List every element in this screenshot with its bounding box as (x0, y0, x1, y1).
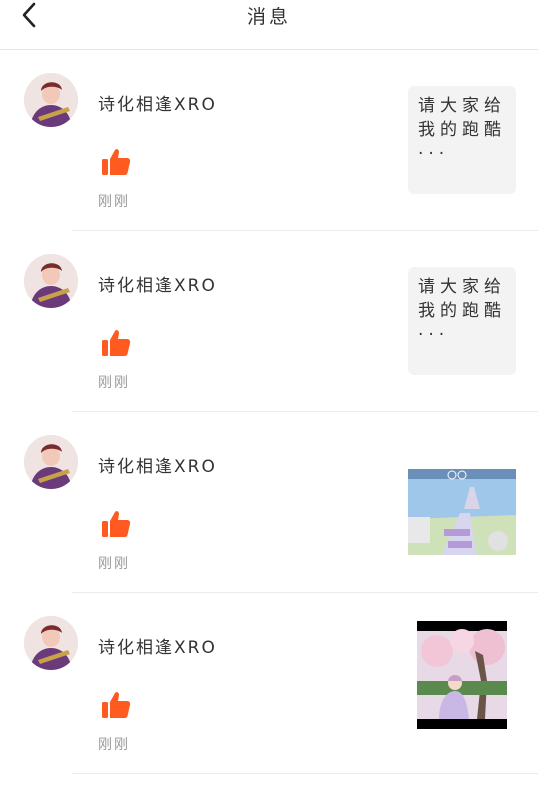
top-bar: 消息 (0, 0, 538, 50)
avatar[interactable] (24, 254, 78, 308)
username[interactable]: 诗化相逢XRO (98, 633, 217, 658)
timestamp: 刚刚 (98, 194, 130, 210)
thumbs-up-icon (102, 511, 131, 537)
username[interactable]: 诗化相逢XRO (98, 271, 217, 296)
username[interactable]: 诗化相逢XRO (98, 452, 217, 477)
message-item[interactable]: 诗化相逢XRO 刚刚 请大家给我的跑酷··· (0, 50, 538, 231)
post-thumbnail[interactable] (408, 469, 516, 564)
avatar[interactable] (24, 435, 78, 489)
message-item[interactable]: 诗化相逢XRO 刚刚 (0, 412, 538, 593)
thumbs-up-icon (102, 330, 131, 356)
avatar[interactable] (24, 616, 78, 670)
thumbs-up-icon (102, 149, 131, 175)
thumbs-up-icon (102, 692, 131, 718)
post-thumbnail[interactable] (417, 621, 507, 729)
username[interactable]: 诗化相逢XRO (98, 90, 217, 115)
avatar[interactable] (24, 73, 78, 127)
message-item[interactable]: 诗化相逢XRO 刚刚 (0, 593, 538, 774)
post-preview[interactable]: 请大家给我的跑酷··· (408, 86, 516, 194)
timestamp: 刚刚 (98, 737, 130, 753)
timestamp: 刚刚 (98, 375, 130, 391)
message-list: 诗化相逢XRO 刚刚 请大家给我的跑酷··· 诗化相逢XRO 刚刚 请大家给我的… (0, 50, 538, 774)
page-title: 消息 (246, 6, 291, 28)
post-preview[interactable]: 请大家给我的跑酷··· (408, 267, 516, 375)
message-item[interactable]: 诗化相逢XRO 刚刚 请大家给我的跑酷··· (0, 231, 538, 412)
timestamp: 刚刚 (98, 556, 130, 572)
